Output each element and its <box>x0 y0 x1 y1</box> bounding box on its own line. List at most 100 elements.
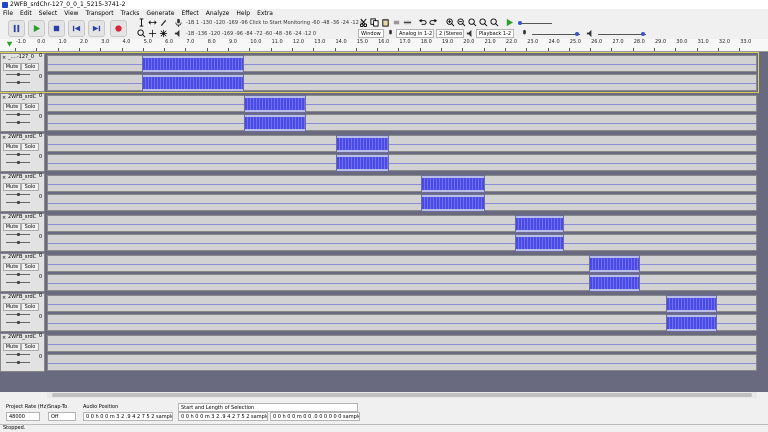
menu-effect[interactable]: Effect <box>181 10 198 17</box>
audio-clip[interactable] <box>420 194 485 212</box>
recording-device-select[interactable]: Analog in 1-2 <box>396 29 434 38</box>
solo-button[interactable]: Solo <box>21 343 39 351</box>
copy-icon[interactable] <box>370 18 379 27</box>
audio-clip[interactable] <box>514 234 564 252</box>
close-track-icon[interactable]: × <box>2 95 6 101</box>
channel-lane[interactable] <box>47 234 757 252</box>
pause-button[interactable] <box>8 20 25 37</box>
menu-select[interactable]: Select <box>39 10 58 17</box>
audio-clip[interactable] <box>589 255 641 273</box>
horizontal-scrollbar[interactable] <box>47 392 757 398</box>
draw-tool-icon[interactable] <box>159 18 168 27</box>
audio-host-select[interactable]: Window <box>358 29 384 38</box>
gain-slider-knob[interactable] <box>17 233 20 236</box>
close-track-icon[interactable]: × <box>2 55 6 61</box>
redo-icon[interactable] <box>429 18 438 27</box>
solo-button[interactable]: Solo <box>21 103 39 111</box>
mute-button[interactable]: Mute <box>3 103 21 111</box>
skip-start-button[interactable] <box>68 20 85 37</box>
record-meter-mic-icon[interactable] <box>174 18 183 27</box>
menu-transport[interactable]: Transport <box>85 10 113 17</box>
close-track-icon[interactable]: × <box>2 335 6 341</box>
gain-slider-knob[interactable] <box>17 353 20 356</box>
channel-lane[interactable] <box>47 295 757 313</box>
close-track-icon[interactable]: × <box>2 215 6 221</box>
menu-file[interactable]: File <box>3 10 13 17</box>
recording-channels-select[interactable]: 2 (Stereo <box>436 29 464 38</box>
audio-position-field[interactable]: 0 0 h 0 0 m 3 2 .9 4 2 7 5 2 samples <box>83 412 173 421</box>
audio-clip[interactable] <box>335 135 389 153</box>
audio-clip[interactable] <box>665 295 717 313</box>
solo-button[interactable]: Solo <box>21 183 39 191</box>
channel-lane[interactable] <box>47 114 757 132</box>
track-name[interactable]: 2WFB_srdC <box>8 334 38 340</box>
pan-slider-knob[interactable] <box>17 201 20 204</box>
track[interactable]: × 2WFB_srdC Mute Solo 0 0 <box>0 253 758 292</box>
pan-slider-knob[interactable] <box>17 241 20 244</box>
channel-lane[interactable] <box>47 255 757 273</box>
track-name[interactable]: 2WFB_srdC <box>8 214 38 220</box>
playback-volume-slider-track[interactable] <box>598 34 646 35</box>
envelope-tool-icon[interactable] <box>148 18 157 27</box>
menu-generate[interactable]: Generate <box>146 10 174 17</box>
menu-view[interactable]: View <box>64 10 78 17</box>
channel-lane[interactable] <box>47 215 757 233</box>
channel-lane[interactable] <box>47 154 757 172</box>
channel-lane[interactable] <box>47 335 757 352</box>
channel-lane[interactable] <box>47 175 757 193</box>
selection-mode-select[interactable]: Start and Length of Selection <box>178 403 358 412</box>
audio-clip[interactable] <box>141 55 245 73</box>
solo-button[interactable]: Solo <box>21 303 39 311</box>
timeline-ruler[interactable]: -1.0 0.0 1.0 2.0 3.0 4.0 5.0 6.0 7.0 8.0 9.0 10.0 11… <box>0 39 768 52</box>
play-button[interactable] <box>28 20 45 37</box>
mute-button[interactable]: Mute <box>3 223 21 231</box>
playback-volume-slider-knob[interactable] <box>641 32 645 36</box>
pan-slider-knob[interactable] <box>17 321 20 324</box>
close-track-icon[interactable]: × <box>2 255 6 261</box>
audio-clip[interactable] <box>244 95 306 113</box>
cut-icon[interactable] <box>359 18 368 27</box>
pan-slider-knob[interactable] <box>17 281 20 284</box>
track-name[interactable]: 2WFB_srdC <box>8 94 38 100</box>
playback-device-select[interactable]: Playback 1-2 <box>476 29 514 38</box>
playback-meter-speaker-icon[interactable] <box>174 29 183 38</box>
channel-lane[interactable] <box>47 194 757 212</box>
mute-button[interactable]: Mute <box>3 263 21 271</box>
track-name[interactable]: 2WFB_srdC <box>8 254 38 260</box>
play-speed-slider-knob[interactable] <box>518 21 522 25</box>
solo-button[interactable]: Solo <box>21 143 39 151</box>
gain-slider-knob[interactable] <box>17 73 20 76</box>
paste-icon[interactable] <box>381 18 390 27</box>
pan-slider-knob[interactable] <box>17 361 20 364</box>
mute-button[interactable]: Mute <box>3 143 21 151</box>
track[interactable]: × 2WFB_srdC Mute Solo 0 0 <box>0 333 758 372</box>
gain-slider-knob[interactable] <box>17 273 20 276</box>
channel-lane[interactable] <box>47 74 757 92</box>
fit-project-icon[interactable] <box>479 18 488 27</box>
horizontal-scrollbar-thumb[interactable] <box>52 393 752 397</box>
selection-length-field[interactable]: 0 0 h 0 0 m 0 0 .0 0 0 0 0 0 samples <box>270 412 360 421</box>
timeline-options-icon[interactable] <box>6 41 13 50</box>
menu-tracks[interactable]: Tracks <box>121 10 140 17</box>
mute-button[interactable]: Mute <box>3 63 21 71</box>
close-track-icon[interactable]: × <box>2 295 6 301</box>
channel-lane[interactable] <box>47 135 757 153</box>
trim-icon[interactable] <box>392 18 401 27</box>
play-at-speed-icon[interactable] <box>505 18 514 27</box>
gain-slider-knob[interactable] <box>17 153 20 156</box>
track[interactable]: × 2WFB_srdC Mute Solo 0 0 <box>0 293 758 332</box>
menu-help[interactable]: Help <box>236 10 250 17</box>
track[interactable]: × 2WFB_srdC Mute Solo 0 0 <box>0 213 758 252</box>
timeshift-tool-icon[interactable] <box>148 29 157 38</box>
track[interactable]: × 2WFB_srdC Mute Solo 0 0 <box>0 173 758 212</box>
solo-button[interactable]: Solo <box>21 63 39 71</box>
audio-clip[interactable] <box>335 154 389 172</box>
record-button[interactable] <box>110 20 127 37</box>
skip-end-button[interactable] <box>88 20 105 37</box>
channel-lane[interactable] <box>47 274 757 292</box>
gain-slider-knob[interactable] <box>17 113 20 116</box>
audio-clip[interactable] <box>420 175 485 193</box>
stop-button[interactable] <box>48 20 65 37</box>
project-rate-select[interactable]: 48000 <box>6 412 40 421</box>
playback-meter-scale[interactable]: -1B -136 -120 -169 -96 -84 -72 -60 -48 -… <box>186 31 316 37</box>
